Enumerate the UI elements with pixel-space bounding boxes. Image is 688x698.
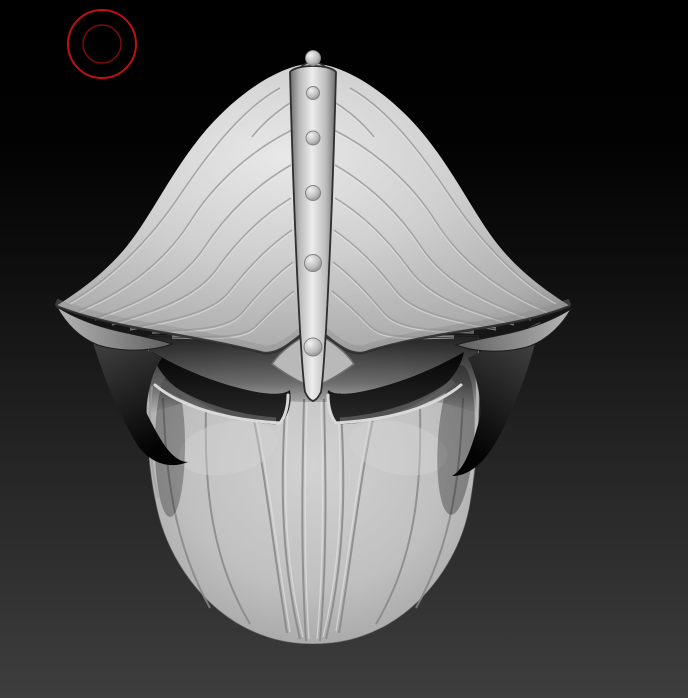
rivet-5 (304, 338, 322, 356)
sculpt-viewport (0, 0, 688, 698)
rivet-3 (306, 186, 321, 201)
sculpt-canvas[interactable] (0, 0, 688, 698)
rivet-4 (305, 255, 322, 272)
crest-knob (306, 51, 321, 66)
rivet-2 (306, 131, 320, 145)
rivet-1 (307, 87, 320, 100)
